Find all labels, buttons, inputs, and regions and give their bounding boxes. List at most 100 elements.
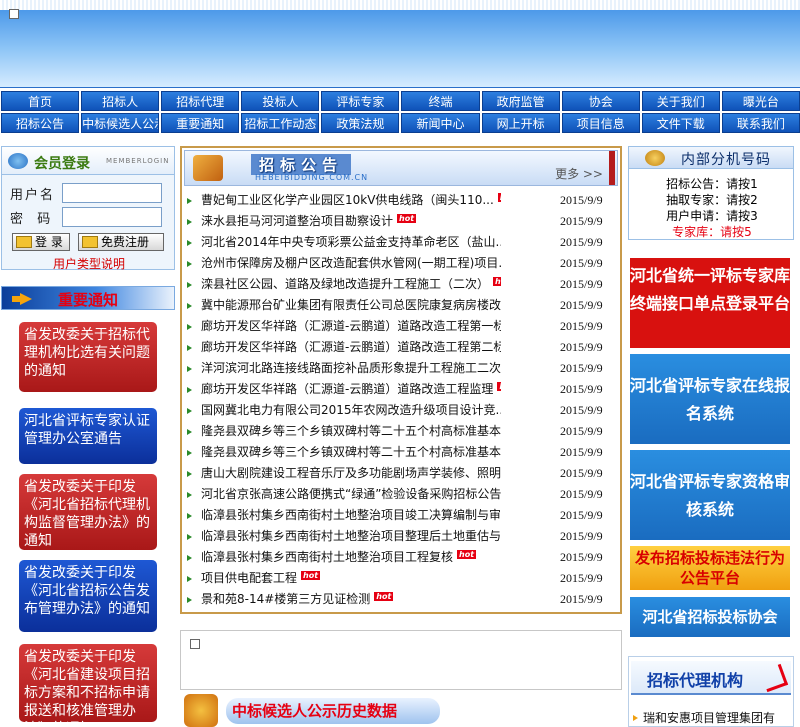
announcement-title-text: 廊坊开发区华祥路（汇源道-云鹏道）道路改造工程第一标... — [201, 319, 501, 333]
nav-work-news[interactable]: 招标工作动态 — [241, 113, 320, 133]
nav-online-opening[interactable]: 网上开标 — [481, 113, 560, 133]
announcement-date: 2015/9/9 — [560, 382, 603, 396]
announcement-title-text: 廊坊开发区华祥路（汇源道-云鹏道）道路改造工程监理 — [201, 382, 494, 396]
announcement-row[interactable]: 冀中能源邢台矿业集团有限责任公司总医院康复病房楼改造...hot 2015/9/9 — [184, 295, 620, 316]
announcement-title-link[interactable]: 廊坊开发区华祥路（汇源道-云鹏道）道路改造工程第一标...hot — [201, 316, 501, 337]
announcement-title-text: 项目供电配套工程 — [201, 571, 298, 585]
phone-icon — [645, 150, 665, 166]
nav-tender-notice[interactable]: 招标公告 — [1, 113, 80, 133]
announcement-row[interactable]: 临漳县张村集乡西南街村土地整治项目竣工决算编制与审计hot 2015/9/9 — [184, 505, 620, 526]
announcement-row[interactable]: 国网冀北电力有限公司2015年农网改造升级项目设计竞...hot 2015/9/9 — [184, 400, 620, 421]
announcement-title-text: 隆尧县双碑乡等三个乡镇双碑村等二十五个村高标准基本农... — [201, 424, 501, 438]
notice-item[interactable]: 河北省评标专家认证管理办公室通告 — [19, 408, 157, 464]
announcement-row[interactable]: 隆尧县双碑乡等三个乡镇双碑村等二十五个村高标准基本农...hot 2015/9/9 — [184, 442, 620, 463]
announcement-title-link[interactable]: 滦县社区公园、道路及绿地改造提升工程施工（二次）hot — [201, 274, 501, 295]
announcement-row[interactable]: 河北省2014年中央专项彩票公益金支持革命老区（盐山...hot 2015/9/9 — [184, 232, 620, 253]
more-link[interactable]: 更多 >> — [555, 165, 603, 182]
nav-home[interactable]: 首页 — [1, 91, 80, 111]
login-subtitle: MEMBERLOGIN — [106, 157, 170, 165]
announcement-title-text: 隆尧县双碑乡等三个乡镇双碑村等二十五个村高标准基本农... — [201, 445, 501, 459]
announcement-title-link[interactable]: 隆尧县双碑乡等三个乡镇双碑村等二十五个村高标准基本农...hot — [201, 421, 501, 442]
announcement-row[interactable]: 沧州市保障房及棚户区改造配套供水管网(一期工程)项目...hot 2015/9/9 — [184, 253, 620, 274]
nav-policy[interactable]: 政策法规 — [321, 113, 400, 133]
nav-candidate[interactable]: 中标候选人公示 — [81, 113, 160, 133]
announcement-date: 2015/9/9 — [560, 361, 603, 375]
announcement-row[interactable]: 隆尧县双碑乡等三个乡镇双碑村等二十五个村高标准基本农...hot 2015/9/9 — [184, 421, 620, 442]
notice-item[interactable]: 省发改委关于印发《河北省建设项目招标方案和不招标申请报送和核准管理办法》的通知 — [19, 644, 157, 722]
nav-tenderer[interactable]: 招标人 — [81, 91, 160, 111]
nav-terminal[interactable]: 终端 — [401, 91, 480, 111]
password-input[interactable] — [62, 207, 162, 227]
announcement-title-link[interactable]: 临漳县张村集乡西南街村土地整治项目整理后土地重估与登...hot — [201, 526, 501, 547]
nav-exposure[interactable]: 曝光台 — [721, 91, 800, 111]
announcement-row[interactable]: 唐山大剧院建设工程音乐厅及多功能剧场声学装修、照明及...hot 2015/9/9 — [184, 463, 620, 484]
member-login-panel: 会员登录 MEMBERLOGIN 用户名 密 码 登 录 免费注册 用户类型说明 — [1, 146, 176, 272]
nav-important[interactable]: 重要通知 — [161, 113, 240, 133]
agency-item[interactable]: 瑞和安惠项目管理集团有 — [633, 709, 775, 726]
notice-item[interactable]: 省发改委关于印发《河北省招标公告发布管理办法》的通知 — [19, 560, 157, 632]
nav-gov-supervision[interactable]: 政府监管 — [481, 91, 560, 111]
candidate-history-header[interactable]: 中标候选人公示历史数据 — [180, 692, 440, 727]
announcement-title-link[interactable]: 景和苑8-14#楼第三方见证检测 hot — [201, 589, 394, 610]
expert-terminal-login-button[interactable]: 河北省统一评标专家库终端接口单点登录平台 — [630, 258, 790, 348]
announcement-date: 2015/9/9 — [560, 193, 603, 207]
announcement-row[interactable]: 临漳县张村集乡西南街村土地整治项目整理后土地重估与登...hot 2015/9/9 — [184, 526, 620, 547]
nav-news[interactable]: 新闻中心 — [401, 113, 480, 133]
register-button-label: 免费注册 — [101, 235, 150, 249]
notice-item[interactable]: 省发改委关于印发《河北省招标代理机构监督管理办法》的通知 — [19, 474, 157, 550]
announcement-date: 2015/9/9 — [560, 277, 603, 291]
nav-association[interactable]: 协会 — [561, 91, 640, 111]
register-button[interactable]: 免费注册 — [78, 233, 164, 251]
nav-agency[interactable]: 招标代理 — [161, 91, 240, 111]
announcement-title-text: 冀中能源邢台矿业集团有限责任公司总医院康复病房楼改造... — [201, 298, 501, 312]
announcement-title-link[interactable]: 冀中能源邢台矿业集团有限责任公司总医院康复病房楼改造...hot — [201, 295, 501, 316]
announcement-title-link[interactable]: 河北省京张高速公路便携式“绿通”检验设备采购招标公告hot — [201, 484, 501, 505]
announcement-row[interactable]: 廊坊开发区华祥路（汇源道-云鹏道）道路改造工程第一标...hot 2015/9/9 — [184, 316, 620, 337]
announcement-title-link[interactable]: 曹妃甸工业区化学产业园区10kV供电线路（闽头110...hot — [201, 190, 501, 211]
user-type-link[interactable]: 用户类型说明 — [2, 255, 176, 272]
announcement-title-link[interactable]: 涞水县拒马河河道整治项目勘察设计 hot — [201, 211, 417, 232]
hot-badge: hot — [493, 277, 501, 286]
candidate-history-title: 中标候选人公示历史数据 — [226, 698, 440, 724]
agency-header: 招标代理机构 — [631, 661, 791, 695]
nav-experts[interactable]: 评标专家 — [321, 91, 400, 111]
announcement-row[interactable]: 临漳县张村集乡西南街村土地整治项目工程复核 hot 2015/9/9 — [184, 547, 620, 568]
nav-bidder[interactable]: 投标人 — [241, 91, 320, 111]
notice-item[interactable]: 省发改委关于招标代理机构比选有关问题的通知 — [19, 322, 157, 392]
violation-notice-button[interactable]: 发布招标投标违法行为公告平台 — [630, 546, 790, 590]
nav-projects[interactable]: 项目信息 — [561, 113, 640, 133]
announcement-row[interactable]: 廊坊开发区华祥路（汇源道-云鹏道）道路改造工程监理hot 2015/9/9 — [184, 379, 620, 400]
login-button[interactable]: 登 录 — [12, 233, 70, 251]
announcement-title-link[interactable]: 隆尧县双碑乡等三个乡镇双碑村等二十五个村高标准基本农...hot — [201, 442, 501, 463]
announcement-title-link[interactable]: 河北省2014年中央专项彩票公益金支持革命老区（盐山...hot — [201, 232, 501, 253]
announcement-row[interactable]: 曹妃甸工业区化学产业园区10kV供电线路（闽头110...hot 2015/9/9 — [184, 190, 620, 211]
announcement-title-link[interactable]: 沧州市保障房及棚户区改造配套供水管网(一期工程)项目...hot — [201, 253, 501, 274]
announcement-row[interactable]: 滦县社区公园、道路及绿地改造提升工程施工（二次）hot 2015/9/9 — [184, 274, 620, 295]
nav-downloads[interactable]: 文件下载 — [641, 113, 720, 133]
announcement-title-link[interactable]: 国网冀北电力有限公司2015年农网改造升级项目设计竞...hot — [201, 400, 501, 421]
announcement-row[interactable]: 涞水县拒马河河道整治项目勘察设计 hot 2015/9/9 — [184, 211, 620, 232]
announcement-title-link[interactable]: 项目供电配套工程 hot — [201, 568, 321, 589]
announcement-title-link[interactable]: 廊坊开发区华祥路（汇源道-云鹏道）道路改造工程第二标...hot — [201, 337, 501, 358]
announcement-title-link[interactable]: 洋河滨河北路连接线路面挖补品质形象提升工程施工二次招...hot — [201, 358, 501, 379]
expert-registration-button[interactable]: 河北省评标专家在线报名系统 — [630, 354, 790, 444]
announcement-title-text: 涞水县拒马河河道整治项目勘察设计 — [201, 214, 394, 228]
announcement-title-link[interactable]: 临漳县张村集乡西南街村土地整治项目竣工决算编制与审计hot — [201, 505, 501, 526]
announcement-row[interactable]: 河北省京张高速公路便携式“绿通”检验设备采购招标公告hot 2015/9/9 — [184, 484, 620, 505]
main-nav-primary: 首页 招标人 招标代理 投标人 评标专家 终端 政府监管 协会 关于我们 曝光台 — [0, 91, 800, 111]
username-input[interactable] — [62, 183, 162, 203]
notice-list: 省发改委关于招标代理机构比选有关问题的通知 河北省评标专家认证管理办公室通告 省… — [1, 312, 175, 727]
announcement-row[interactable]: 廊坊开发区华祥路（汇源道-云鹏道）道路改造工程第二标...hot 2015/9/9 — [184, 337, 620, 358]
announcement-title-link[interactable]: 唐山大剧院建设工程音乐厅及多功能剧场声学装修、照明及...hot — [201, 463, 501, 484]
nav-about[interactable]: 关于我们 — [641, 91, 720, 111]
announcement-title-link[interactable]: 临漳县张村集乡西南街村土地整治项目工程复核 hot — [201, 547, 477, 568]
expert-qualification-button[interactable]: 河北省评标专家资格审核系统 — [630, 450, 790, 540]
association-button[interactable]: 河北省招标投标协会 — [630, 597, 790, 637]
announcement-row[interactable]: 洋河滨河北路连接线路面挖补品质形象提升工程施工二次招...hot 2015/9/9 — [184, 358, 620, 379]
books-icon — [193, 155, 223, 181]
announcement-title-text: 临漳县张村集乡西南街村土地整治项目工程复核 — [201, 550, 454, 564]
nav-contact[interactable]: 联系我们 — [721, 113, 800, 133]
announcement-row[interactable]: 项目供电配套工程 hot 2015/9/9 — [184, 568, 620, 589]
announcement-title-link[interactable]: 廊坊开发区华祥路（汇源道-云鹏道）道路改造工程监理hot — [201, 379, 501, 400]
announcement-row[interactable]: 景和苑8-14#楼第三方见证检测 hot 2015/9/9 — [184, 589, 620, 610]
